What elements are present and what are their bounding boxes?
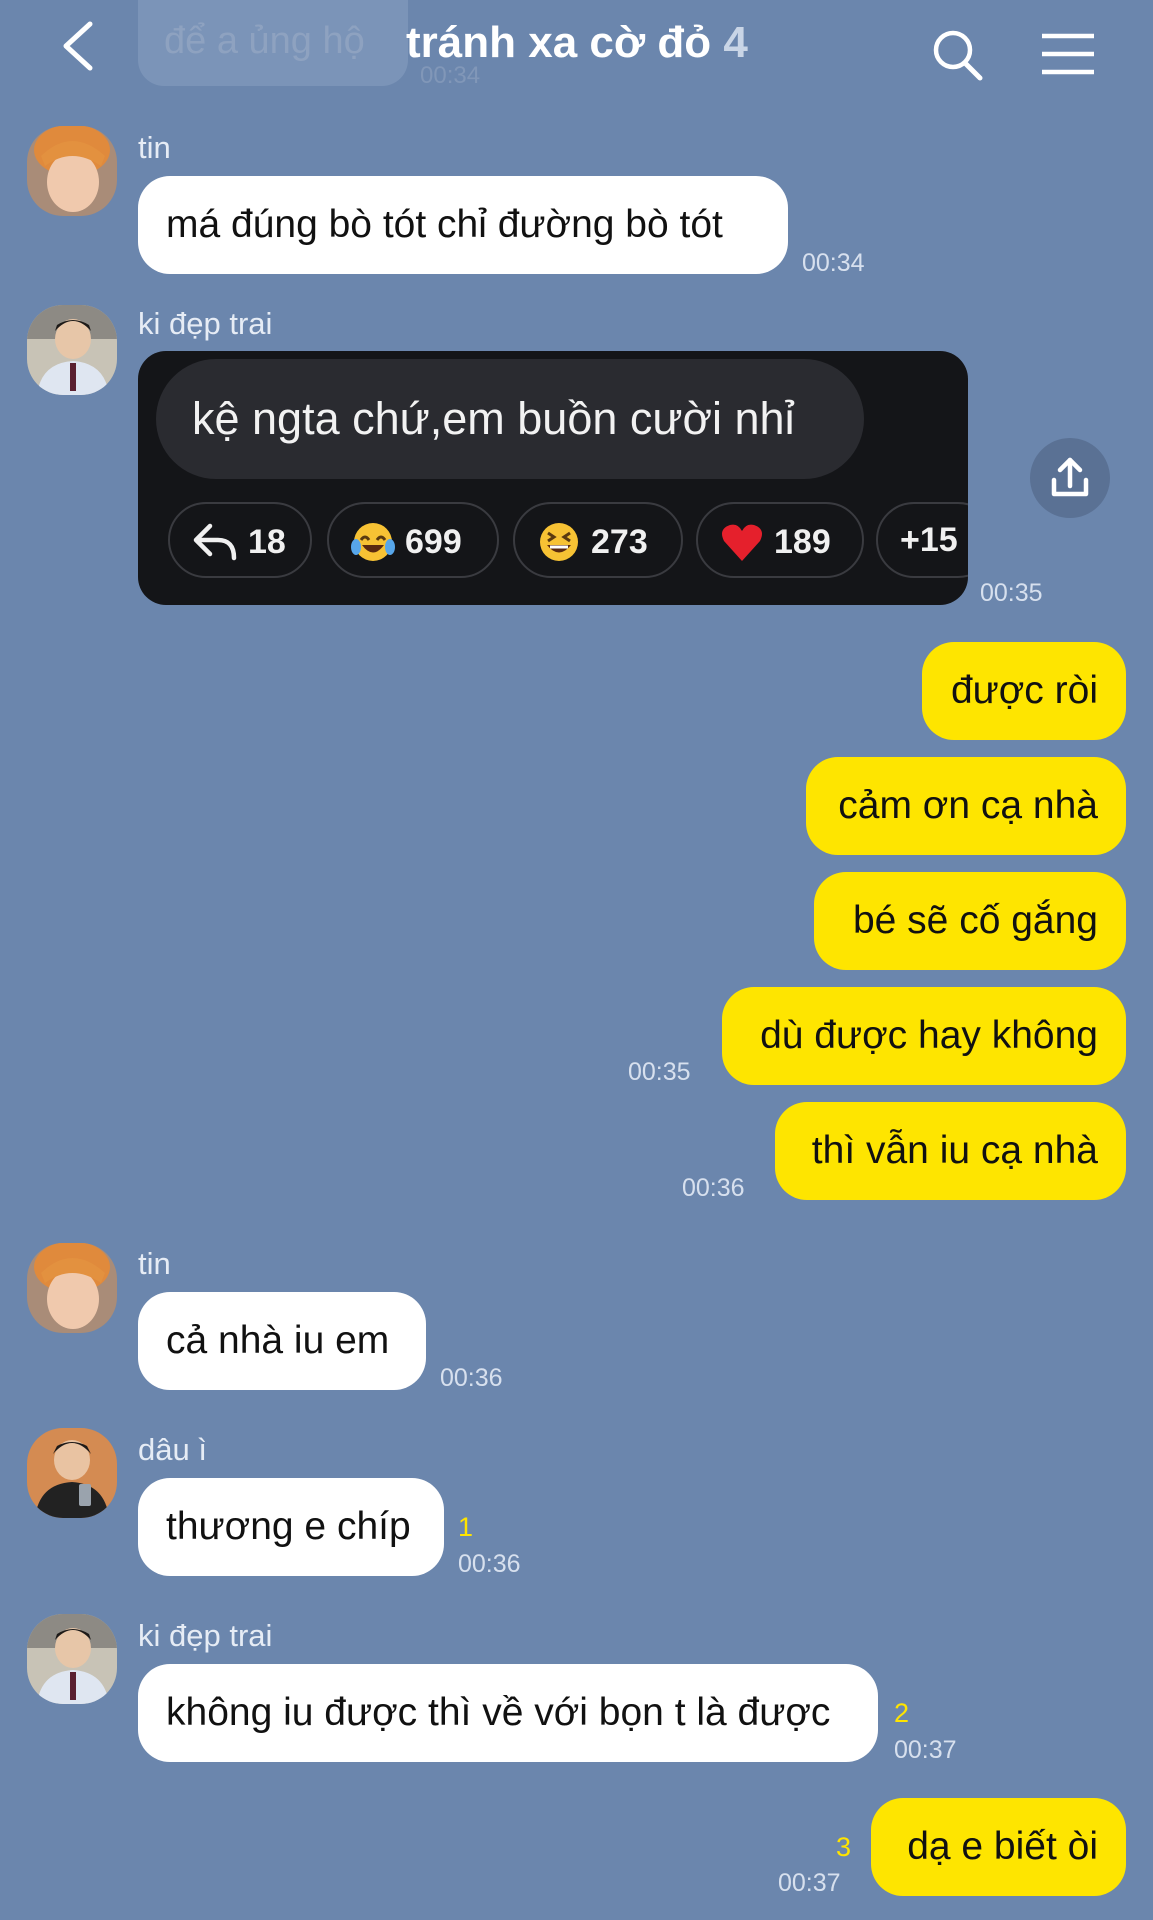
chevron-left-icon bbox=[63, 21, 93, 71]
reaction-laugh: 699 bbox=[327, 502, 499, 578]
laugh-cry-emoji-icon bbox=[351, 523, 395, 562]
avatar-tin[interactable] bbox=[27, 1243, 117, 1333]
message-bubble[interactable]: thương e chíp bbox=[138, 1478, 444, 1576]
message-time: 00:36 bbox=[458, 1550, 521, 1578]
message-time: 00:37 bbox=[894, 1736, 957, 1764]
message-bubble[interactable]: không iu được thì về với bọn t là được bbox=[138, 1664, 878, 1762]
previous-message-bubble: để a ủng hộ bbox=[138, 0, 408, 86]
sender-name: ki đẹp trai bbox=[138, 1618, 273, 1653]
sender-name: ki đẹp trai bbox=[138, 306, 273, 341]
menu-button[interactable] bbox=[1040, 32, 1096, 76]
sender-name: tin bbox=[138, 130, 171, 165]
avatar-ki-dep-trai[interactable] bbox=[27, 305, 117, 395]
chat-title: tránh xa cờ đỏ 4 bbox=[406, 18, 748, 68]
search-button[interactable] bbox=[930, 26, 986, 84]
back-button[interactable] bbox=[56, 16, 106, 76]
reaction-grin: 273 bbox=[513, 502, 683, 578]
shared-image[interactable]: kệ ngta chứ,em buồn cười nhỉ 18 699 273 … bbox=[138, 351, 968, 605]
message-time: 00:35 bbox=[980, 579, 1043, 607]
message-time: 00:37 bbox=[778, 1869, 841, 1897]
sender-name: tin bbox=[138, 1246, 171, 1281]
message-bubble[interactable]: má đúng bò tót chỉ đường bò tót bbox=[138, 176, 788, 274]
reaction-count: 699 bbox=[405, 523, 462, 562]
message-bubble[interactable]: cả nhà iu em bbox=[138, 1292, 426, 1390]
unread-count: 1 bbox=[458, 1512, 474, 1542]
message-time: 00:34 bbox=[802, 249, 865, 277]
message-time: 00:35 bbox=[628, 1058, 691, 1086]
reaction-count: 189 bbox=[774, 523, 831, 562]
reaction-count: +15 bbox=[900, 521, 958, 559]
avatar-ki-dep-trai[interactable] bbox=[27, 1614, 117, 1704]
reaction-count: 18 bbox=[248, 523, 286, 562]
search-icon bbox=[933, 30, 983, 81]
outgoing-message-bubble[interactable]: thì vẫn iu cạ nhà bbox=[775, 1102, 1126, 1200]
outgoing-message-bubble[interactable]: cảm ơn cạ nhà bbox=[806, 757, 1126, 855]
avatar-tin[interactable] bbox=[27, 126, 117, 216]
reaction-count: 273 bbox=[591, 523, 648, 562]
outgoing-message-bubble[interactable]: dạ e biết òi bbox=[871, 1798, 1126, 1896]
unread-count: 2 bbox=[894, 1698, 910, 1728]
member-count: 4 bbox=[723, 18, 748, 67]
message-time: 00:36 bbox=[682, 1174, 745, 1202]
reaction-heart: 189 bbox=[696, 502, 864, 578]
outgoing-message-bubble[interactable]: bé sẽ cố gắng bbox=[814, 872, 1126, 970]
reaction-more: +15 bbox=[876, 502, 968, 578]
avatar-dau-i[interactable] bbox=[27, 1428, 117, 1518]
hamburger-menu-icon bbox=[1042, 33, 1094, 75]
reaction-reply: 18 bbox=[168, 502, 312, 578]
image-message-text: kệ ngta chứ,em buồn cười nhỉ bbox=[156, 359, 864, 479]
share-upload-icon bbox=[1051, 457, 1089, 497]
unread-count: 3 bbox=[836, 1832, 852, 1862]
outgoing-message-bubble[interactable]: dù được hay không bbox=[722, 987, 1126, 1085]
message-time: 00:36 bbox=[440, 1364, 503, 1392]
grin-squint-emoji-icon bbox=[540, 523, 578, 562]
red-heart-emoji-icon bbox=[722, 524, 762, 562]
share-button[interactable] bbox=[1030, 438, 1110, 518]
sender-name: dâu ì bbox=[138, 1432, 207, 1467]
chat-title-text: tránh xa cờ đỏ bbox=[406, 18, 712, 67]
chat-header: để a ủng hộ 00:34 tránh xa cờ đỏ 4 bbox=[0, 0, 1153, 100]
outgoing-message-bubble[interactable]: được ròi bbox=[922, 642, 1126, 740]
reply-icon bbox=[193, 523, 237, 561]
